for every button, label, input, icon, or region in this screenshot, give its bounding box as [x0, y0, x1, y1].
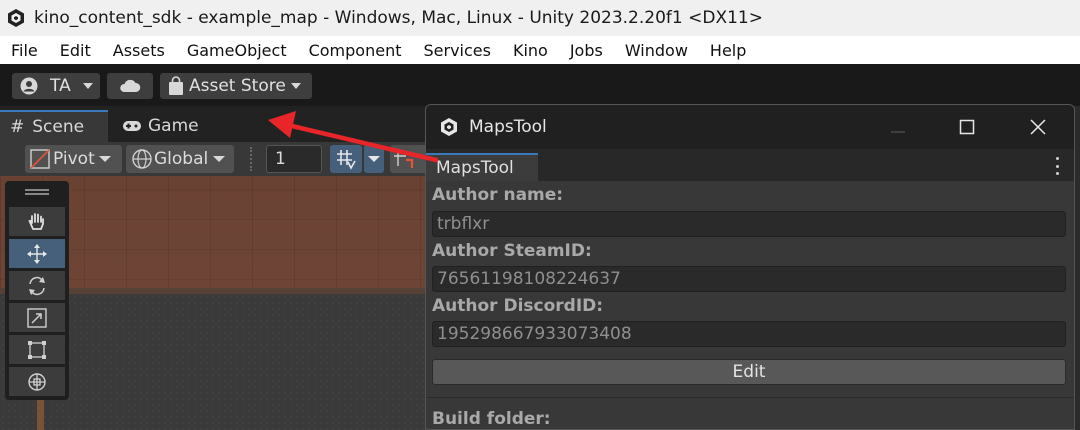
move-arrows-icon: [27, 243, 47, 264]
account-label: TA: [50, 76, 71, 96]
pivot-icon: [30, 149, 50, 169]
tab-game[interactable]: Game: [112, 110, 252, 142]
global-label: Global: [154, 149, 209, 169]
scale-tool-button[interactable]: [9, 303, 65, 332]
unity-logo-icon: [441, 118, 457, 136]
hash-icon: #: [10, 117, 25, 137]
toolbar-separator: [250, 147, 252, 171]
account-dropdown[interactable]: TA: [12, 73, 100, 99]
author-discordid-label: Author DiscordID:: [432, 296, 604, 316]
maps-tool-title: MapsTool: [469, 117, 547, 137]
menu-services[interactable]: Services: [423, 41, 490, 60]
edit-button[interactable]: Edit: [432, 359, 1066, 385]
chevron-down-icon: [290, 83, 301, 89]
menu-jobs[interactable]: Jobs: [570, 41, 603, 60]
view-tool-button[interactable]: [9, 207, 65, 236]
chevron-down-icon: [213, 156, 226, 162]
grid-snap-dropdown[interactable]: [364, 145, 384, 173]
minimize-icon: [891, 131, 905, 133]
global-dropdown[interactable]: Global: [126, 145, 234, 173]
rotate-tool-button[interactable]: [9, 271, 65, 300]
menu-component[interactable]: Component: [309, 41, 402, 60]
increment-snap-button[interactable]: [390, 145, 430, 173]
more-options-icon[interactable]: [1054, 157, 1060, 175]
author-steamid-label: Author SteamID:: [432, 241, 592, 261]
os-titlebar: kino_content_sdk - example_map - Windows…: [0, 0, 1080, 36]
drag-handle[interactable]: [25, 189, 49, 195]
hand-icon: [28, 212, 44, 230]
maps-tool-tabbar: MapsTool: [426, 149, 1074, 181]
build-folder-label: Build folder:: [432, 409, 551, 429]
globe-icon: [132, 149, 152, 169]
grid-snap-toggle[interactable]: [330, 145, 362, 173]
tab-scene-label: Scene: [32, 117, 85, 137]
menu-assets[interactable]: Assets: [113, 41, 165, 60]
scene-tab-strip: # Scene Game: [0, 106, 430, 142]
shopping-bag-icon: [169, 76, 183, 95]
maximize-button[interactable]: [952, 113, 982, 141]
author-discordid-field[interactable]: 195298667933073408: [432, 321, 1066, 347]
close-icon: [1030, 119, 1046, 135]
increment-snap-icon: [394, 151, 414, 168]
asset-store-label: Asset Store: [189, 76, 286, 96]
maps-tool-titlebar[interactable]: MapsTool: [426, 105, 1074, 149]
cloud-button[interactable]: [107, 73, 153, 99]
pivot-label: Pivot: [53, 149, 95, 169]
rect-transform-icon: [28, 340, 46, 359]
tab-scene[interactable]: # Scene: [0, 110, 108, 142]
chevron-down-icon: [368, 156, 380, 162]
menu-bar: File Edit Assets GameObject Component Se…: [0, 36, 1080, 64]
grid-snap-icon: [337, 150, 356, 170]
scene-toolbar: Pivot Global 1: [0, 142, 430, 176]
scale-icon: [27, 307, 47, 328]
chevron-down-icon: [98, 156, 111, 162]
rotate-icon: [29, 276, 45, 295]
unity-logo-icon: [5, 7, 27, 29]
scene-post: [37, 400, 44, 430]
menu-window[interactable]: Window: [625, 41, 688, 60]
pivot-dropdown[interactable]: Pivot: [25, 145, 122, 173]
menu-file[interactable]: File: [11, 41, 38, 60]
window-title: kino_content_sdk - example_map - Windows…: [34, 8, 763, 28]
menu-kino[interactable]: Kino: [513, 41, 548, 60]
minimize-button[interactable]: [883, 113, 913, 141]
chevron-down-icon: [82, 83, 93, 89]
move-tool-button[interactable]: [9, 239, 65, 268]
menu-help[interactable]: Help: [710, 41, 746, 60]
maximize-icon: [959, 119, 975, 135]
section-divider: [426, 397, 1074, 398]
menu-edit[interactable]: Edit: [60, 41, 91, 60]
tab-mapstool[interactable]: MapsTool: [426, 153, 538, 181]
author-steamid-field[interactable]: 7656119810822463​7: [432, 266, 1066, 292]
account-icon: [20, 77, 38, 95]
menu-gameobject[interactable]: GameObject: [187, 41, 287, 60]
grid-size-field[interactable]: 1: [266, 145, 322, 173]
close-button[interactable]: [1023, 113, 1053, 141]
author-name-label: Author name:: [432, 185, 564, 205]
rect-tool-button[interactable]: [9, 335, 65, 364]
transform-icon: [28, 372, 46, 391]
tab-game-label: Game: [148, 116, 199, 136]
maps-tool-window: MapsTool MapsTool Author name: trbflxr A…: [425, 104, 1075, 430]
cloud-icon: [120, 79, 141, 92]
main-toolbar: TA Asset Store: [0, 64, 1080, 106]
author-name-field[interactable]: trbflxr: [432, 211, 1066, 237]
tools-overlay: [5, 181, 69, 400]
gamepad-icon: [123, 121, 141, 131]
transform-tool-button[interactable]: [9, 367, 65, 396]
asset-store-button[interactable]: Asset Store: [160, 73, 312, 99]
